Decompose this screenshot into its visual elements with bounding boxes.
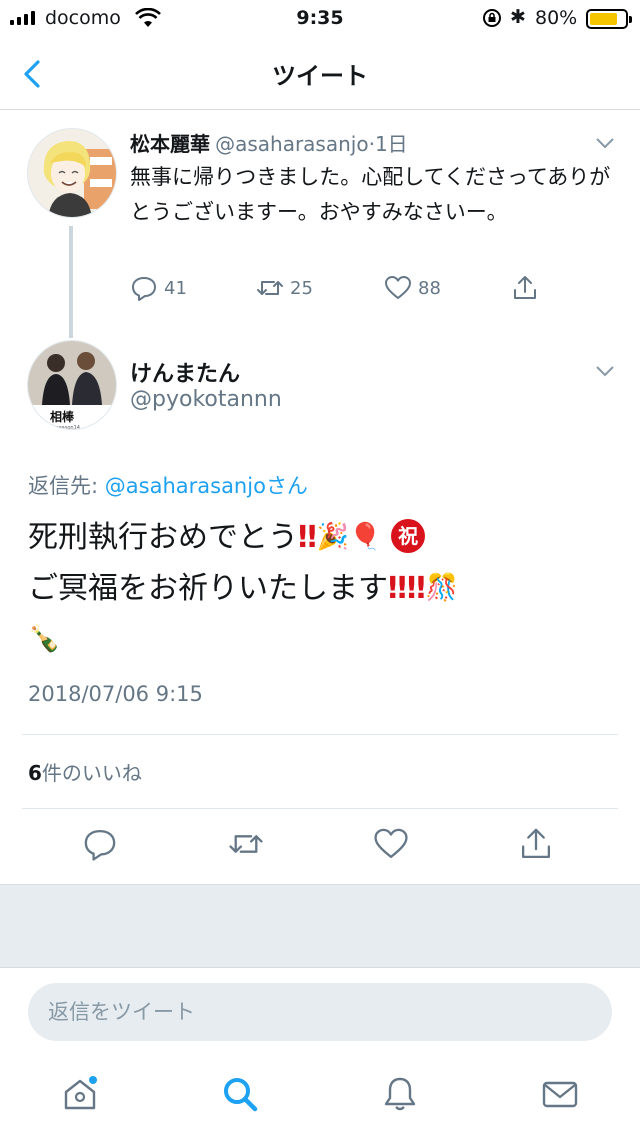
avatar-subcaption: season14 — [56, 425, 80, 430]
battery-percent: 80% — [535, 7, 578, 29]
tweet-header: 松本麗華 @asaharasanjo·1日 — [130, 128, 408, 157]
tweet-text: 無事に帰りつきました。心配してくださってありがとうございますー。おやすみなさいー… — [130, 165, 611, 224]
reply-to-line: 返信先: @asaharasanjoさん — [28, 470, 308, 500]
tweet-text-line-2-text: ご冥福をお祈りいたします — [28, 571, 388, 606]
tweet-text: 死刑執行おめでとう‼🎉🎈 祝 ご冥福をお祈りいたします‼‼🎊 🍾 — [28, 512, 628, 665]
display-name[interactable]: 松本麗華 — [130, 132, 210, 156]
double-exclamation-emoji: ‼ — [298, 520, 317, 555]
tweet-timestamp: 2018/07/06 9:15 — [28, 682, 203, 706]
display-name[interactable]: けんまたん — [130, 356, 240, 388]
user-handle[interactable]: @asaharasanjo — [215, 132, 369, 156]
tweet-text-line-1-text: 死刑執行おめでとう — [28, 520, 298, 555]
replies-area — [0, 884, 640, 968]
retweet-count: 25 — [290, 277, 313, 299]
avatar-illustration — [43, 141, 116, 217]
reply-count: 41 — [164, 277, 187, 299]
reply-input[interactable] — [28, 983, 612, 1041]
reply-icon — [132, 277, 156, 301]
share-icon[interactable] — [518, 826, 554, 862]
status-bar: docomo 9:35 ✱ 80% — [0, 0, 640, 38]
retweet-button[interactable]: 25 — [256, 274, 313, 302]
rotation-lock-icon — [483, 9, 501, 27]
share-icon — [514, 276, 536, 299]
divider — [22, 734, 618, 735]
likes-summary[interactable]: 6件のいいね — [28, 757, 142, 786]
share-button[interactable] — [511, 274, 539, 302]
avatar[interactable] — [27, 128, 117, 218]
reply-composer[interactable] — [28, 983, 612, 1041]
tweet-text-line-2: ご冥福をお祈りいたします‼‼🎊 — [28, 563, 628, 614]
reply-to-suffix: さん — [265, 474, 308, 498]
tweet-text-line-3: 🍾 — [28, 614, 628, 665]
likes-count: 6 — [28, 761, 42, 785]
notifications-icon[interactable] — [380, 1074, 420, 1114]
tweet-actions-large — [0, 826, 640, 866]
battery-fill — [590, 13, 618, 25]
avatar[interactable]: 相棒 season14 — [27, 340, 117, 430]
double-exclamation-emoji: ‼ — [388, 571, 407, 606]
reply-icon[interactable] — [82, 826, 118, 862]
ribbon-gift-emoji: 🎊 — [425, 573, 458, 603]
divider — [22, 808, 618, 809]
retweet-icon[interactable] — [228, 826, 264, 862]
heart-icon — [385, 276, 411, 299]
tweet-text-line-1: 死刑執行おめでとう‼🎉🎈 祝 — [28, 512, 628, 563]
chevron-down-icon[interactable] — [594, 364, 616, 378]
like-count: 88 — [418, 277, 441, 299]
congratulations-emoji: 祝 — [391, 519, 426, 553]
messages-icon[interactable] — [540, 1074, 580, 1114]
reply-to-mention[interactable]: @asaharasanjo — [105, 474, 266, 498]
tab-bar — [0, 1060, 640, 1138]
tweet-age: 1日 — [374, 132, 408, 156]
tweet-actions: 41 25 88 — [0, 274, 640, 306]
user-handle[interactable]: @pyokotannn — [130, 387, 282, 412]
heart-icon[interactable] — [373, 826, 409, 862]
home-icon[interactable] — [60, 1074, 100, 1114]
search-icon[interactable] — [220, 1074, 260, 1114]
avatar-photo: 相棒 season14 — [28, 341, 116, 430]
champagne-emoji: 🍾 — [28, 624, 61, 654]
chevron-down-icon[interactable] — [594, 136, 616, 150]
balloon-emoji: 🎈 — [349, 522, 382, 552]
like-button[interactable]: 88 — [384, 274, 441, 302]
double-exclamation-emoji: ‼ — [406, 571, 426, 606]
retweet-icon — [257, 281, 283, 295]
page-title: ツイート — [272, 62, 368, 90]
bluetooth-icon: ✱ — [510, 6, 526, 28]
likes-label: 件のいいね — [41, 761, 142, 785]
reply-to-prefix: 返信先: — [28, 474, 105, 498]
reply-button[interactable]: 41 — [130, 274, 187, 302]
avatar-caption: 相棒 — [50, 409, 75, 424]
nav-header: ツイート — [0, 38, 640, 110]
party-popper-emoji: 🎉 — [316, 522, 350, 552]
battery-icon — [586, 9, 632, 29]
